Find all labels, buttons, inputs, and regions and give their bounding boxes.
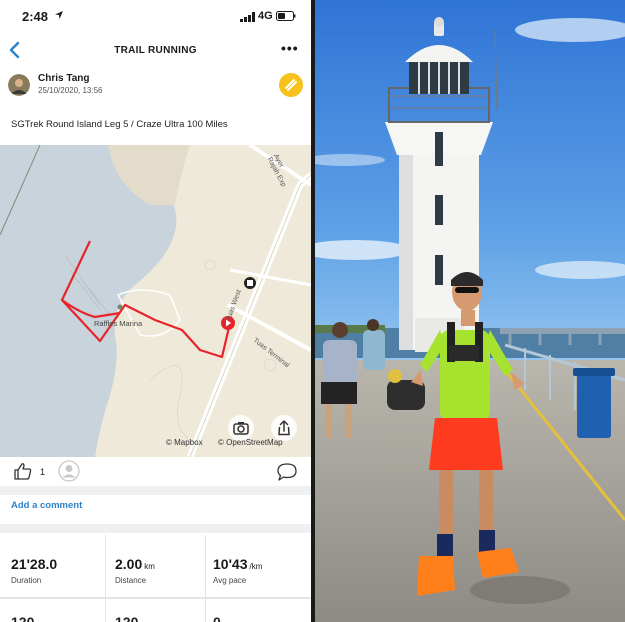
stat-divider xyxy=(105,535,106,622)
start-marker xyxy=(244,277,256,289)
thumbs-up-icon[interactable] xyxy=(13,461,33,481)
photo-illustration xyxy=(315,0,625,622)
battery-icon xyxy=(276,11,296,21)
add-comment-link[interactable]: Add a comment xyxy=(11,500,82,511)
stat-distance-label: Distance xyxy=(115,576,147,585)
more-options-icon[interactable]: ••• xyxy=(281,40,299,56)
stat-row-divider xyxy=(0,597,311,599)
user-name[interactable]: Chris Tang xyxy=(38,73,89,84)
map-attribution-osm[interactable]: © OpenStreetMap xyxy=(218,438,283,447)
stat-row2-value: 120 xyxy=(115,614,139,622)
stat-divider xyxy=(205,535,206,622)
section-divider xyxy=(0,486,311,495)
activity-title: SGTrek Round Island Leg 5 / Craze Ultra … xyxy=(11,119,228,130)
status-time: 2:48 xyxy=(22,9,49,24)
stat-pace-value: 10'43/km xyxy=(213,556,263,572)
stat-pace-label: Avg pace xyxy=(213,576,247,585)
activity-date: 25/10/2020, 13:56 xyxy=(38,86,103,95)
network-type: 4G xyxy=(258,10,273,22)
stat-distance-value: 2.00 km xyxy=(115,556,155,572)
lighthouse-photo xyxy=(315,0,625,622)
nav-bar: TRAIL RUNNING ••• xyxy=(0,34,311,66)
section-divider xyxy=(0,524,311,533)
signal-icon xyxy=(240,12,255,22)
stat-row2-value: 0 xyxy=(213,614,221,622)
like-count: 1 xyxy=(40,467,46,477)
comment-bubble-icon[interactable] xyxy=(276,462,298,482)
stat-duration-label: Duration xyxy=(11,576,42,585)
avatar[interactable] xyxy=(8,74,30,96)
page-title: TRAIL RUNNING xyxy=(114,45,197,56)
stat-row2-value: 120 xyxy=(11,614,35,622)
achievement-badge-icon[interactable] xyxy=(279,73,303,97)
stat-duration-value: 21'28.0 xyxy=(11,556,58,572)
liker-avatar-icon[interactable] xyxy=(58,460,80,482)
activity-screen: 2:48 4G TRAIL RUNNING ••• Chris Tang 25/… xyxy=(0,0,311,622)
map-base xyxy=(0,145,311,457)
route-map[interactable]: Raffles Marina Tuas West Tuas Terminal A… xyxy=(0,145,311,457)
status-bar: 2:48 4G xyxy=(0,0,311,34)
location-arrow-icon xyxy=(55,11,63,19)
map-label: Raffles Marina xyxy=(94,319,143,328)
map-attribution-mapbox[interactable]: © Mapbox xyxy=(166,438,203,447)
